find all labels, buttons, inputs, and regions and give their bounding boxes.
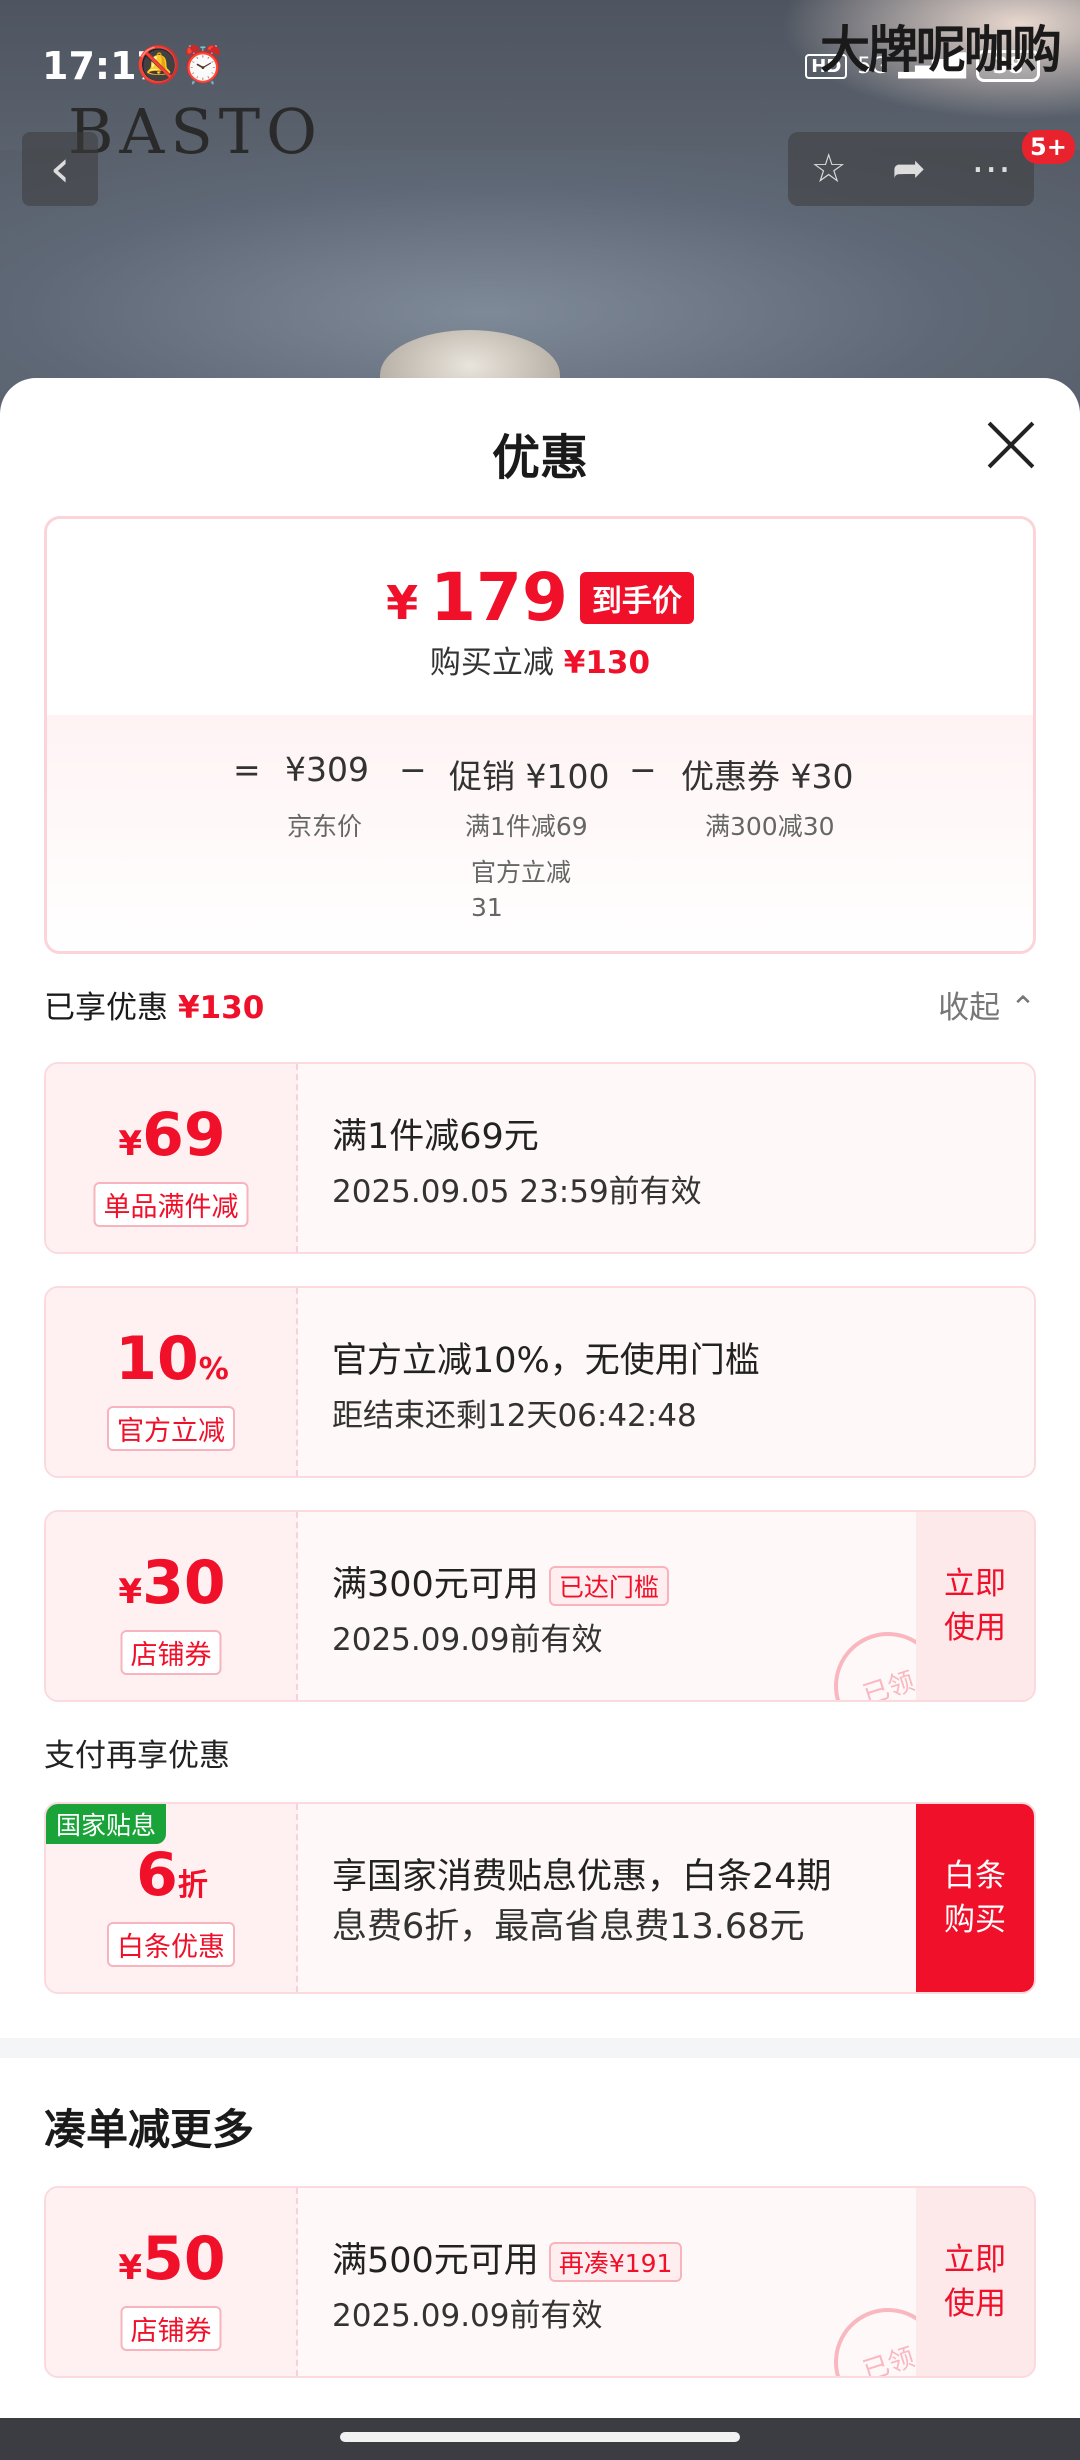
coupon-left: ¥50 店铺券 <box>46 2188 298 2376</box>
share-icon[interactable]: ➦ <box>892 146 926 192</box>
enjoyed-label: 已享优惠 <box>44 990 168 1026</box>
threshold-reached-tag: 已达门槛 <box>548 1566 669 1606</box>
price-formula: = ¥309 − 促销 ¥100 − 优惠券 ¥30 京东价 满1件减69 官方… <box>47 715 1033 951</box>
use-now-button[interactable]: 立即 使用 <box>916 1512 1034 1700</box>
coupon-title-text: 满300元可用 <box>332 1565 539 1605</box>
combine-section-title: 凑单减更多 <box>44 2105 255 2154</box>
coupon-type-label: 店铺券 <box>120 1630 222 1675</box>
final-price-currency: ¥ <box>386 575 419 630</box>
formula-coupon: 优惠券 ¥30 <box>681 757 854 796</box>
coupon-card[interactable]: ¥50 店铺券 满500元可用 再凑¥191 2025.09.09前有效 已领 立… <box>44 2186 1036 2378</box>
coupon-type-label: 店铺券 <box>120 2306 222 2351</box>
formula-promo-sub-1: 满1件减69 <box>465 812 588 841</box>
back-arrow-icon: ‹ <box>49 139 71 199</box>
coupon-amount: 6折 <box>46 1840 298 1910</box>
coupon-left: 10% 官方立减 <box>46 1288 298 1476</box>
chevron-up-icon: ⌃ <box>1010 990 1036 1026</box>
coupon-left: ¥30 店铺券 <box>46 1512 298 1700</box>
watermark: 大牌呢咖购 <box>820 21 1062 79</box>
use-now-button[interactable]: 立即 使用 <box>916 2188 1034 2376</box>
coupon-amount: ¥50 <box>46 2224 298 2294</box>
coupon-value: 6 <box>136 1840 178 1910</box>
coupon-yen: ¥ <box>118 1124 143 1164</box>
coupon-type-label: 白条优惠 <box>107 1922 235 1967</box>
gesture-bar-area <box>0 2418 1080 2460</box>
home-indicator[interactable] <box>340 2432 740 2442</box>
coupon-type-label: 官方立减 <box>107 1406 235 1451</box>
instant-cut-label: 购买立减 <box>429 645 554 681</box>
coupon-title: 满1件减69元 <box>332 1117 539 1157</box>
message-badge: 5+ <box>1022 130 1075 164</box>
back-button[interactable]: ‹ <box>22 132 98 206</box>
enjoyed-discount-row: 已享优惠 ¥130 收起 ⌃ <box>44 982 1036 1027</box>
coupon-validity: 2025.09.05 23:59前有效 <box>332 1174 702 1210</box>
add-more-tag: 再凑¥191 <box>548 2242 683 2282</box>
coupon-amount: ¥69 <box>46 1100 298 1170</box>
coupon-type-label: 单品满件减 <box>93 1182 249 1227</box>
coupon-title-text: 满500元可用 <box>332 2241 539 2281</box>
baitiao-coupon-card[interactable]: 6折 白条优惠 国家贴息 享国家消费贴息优惠，白条24期 息费6折，最高省息费1… <box>44 1802 1036 1994</box>
gov-subsidy-tag: 国家贴息 <box>46 1804 167 1844</box>
coupon-value: 30 <box>142 1548 226 1618</box>
price-breakdown-box: ¥ 179 到手价 购买立减 ¥130 = ¥309 − 促销 ¥100 − 优… <box>44 516 1036 954</box>
formula-jd-price: ¥309 <box>285 750 369 789</box>
coupon-yen: ¥ <box>118 1572 143 1612</box>
formula-equals: = <box>233 750 261 789</box>
coupon-left: ¥69 单品满件减 <box>46 1064 298 1252</box>
baitiao-line-1: 享国家消费贴息优惠，白条24期 <box>332 1857 832 1897</box>
formula-coupon-sub: 满300减30 <box>705 812 835 841</box>
more-icon[interactable]: ⋯ <box>971 146 1011 192</box>
collapse-button[interactable]: 收起 ⌃ <box>938 982 1036 1027</box>
formula-minus-2: − <box>629 750 657 789</box>
coupon-validity: 2025.09.09前有效 <box>332 2298 603 2334</box>
coupon-amount: 10% <box>46 1324 298 1394</box>
discount-sheet: 优惠 ¥ 179 到手价 购买立减 ¥130 = ¥309 − 促销 ¥100 … <box>0 378 1080 2418</box>
coupon-value: 10 <box>115 1324 199 1394</box>
coupon-unit: 折 <box>177 1868 208 1903</box>
coupon-amount: ¥30 <box>46 1548 298 1618</box>
close-icon[interactable] <box>984 418 1038 472</box>
formula-minus-1: − <box>399 750 427 789</box>
final-price-amount: 179 <box>430 559 568 636</box>
coupon-title: 官方立减10%，无使用门槛 <box>332 1341 760 1381</box>
top-action-group: ☆ ➦ ⋯ <box>788 132 1034 206</box>
pay-section-title: 支付再享优惠 <box>44 1738 230 1774</box>
coupon-yen: ¥ <box>118 2248 143 2288</box>
instant-cut-amount: ¥130 <box>563 645 651 681</box>
coupon-title: 满500元可用 再凑¥191 <box>332 2232 683 2283</box>
final-price: ¥ 179 到手价 <box>47 559 1033 636</box>
formula-promo-sub-3: 31 <box>471 893 503 922</box>
sheet-title: 优惠 <box>491 430 588 486</box>
brand-logo: BASTO <box>68 95 323 168</box>
coupon-card[interactable]: ¥30 店铺券 满300元可用 已达门槛 2025.09.09前有效 已领 立即 … <box>44 1510 1036 1702</box>
enjoyed-amount: ¥130 <box>178 990 265 1026</box>
formula-promo: 促销 ¥100 <box>449 757 610 796</box>
coupon-title: 满300元可用 已达门槛 <box>332 1556 669 1607</box>
formula-row: = ¥309 − 促销 ¥100 − 优惠券 ¥30 <box>47 750 1033 800</box>
baitiao-buy-button[interactable]: 白条 购买 <box>916 1804 1034 1992</box>
coupon-value: 69 <box>142 1100 226 1170</box>
formula-promo-sub-2: 官方立减 <box>471 858 572 887</box>
final-price-tag: 到手价 <box>579 571 694 624</box>
coupon-card[interactable]: 10% 官方立减 官方立减10%，无使用门槛 距结束还剩12天06:42:48 <box>44 1286 1036 1478</box>
section-divider <box>0 2038 1080 2058</box>
price-top: ¥ 179 到手价 购买立减 ¥130 <box>47 519 1033 715</box>
collapse-label: 收起 <box>938 990 1001 1026</box>
formula-jd-price-label: 京东价 <box>287 812 363 841</box>
coupon-value: 50 <box>142 2224 226 2294</box>
coupon-card[interactable]: ¥69 单品满件减 满1件减69元 2025.09.05 23:59前有效 <box>44 1062 1036 1254</box>
coupon-countdown: 距结束还剩12天06:42:48 <box>332 1398 697 1434</box>
favorite-star-icon[interactable]: ☆ <box>811 146 847 192</box>
alarm-icon: 🔕⏰ <box>136 45 226 86</box>
coupon-unit: % <box>198 1352 229 1387</box>
baitiao-line-2: 息费6折，最高省息费13.68元 <box>332 1907 805 1947</box>
instant-cut: 购买立减 ¥130 <box>47 637 1033 682</box>
coupon-validity: 2025.09.09前有效 <box>332 1622 603 1658</box>
